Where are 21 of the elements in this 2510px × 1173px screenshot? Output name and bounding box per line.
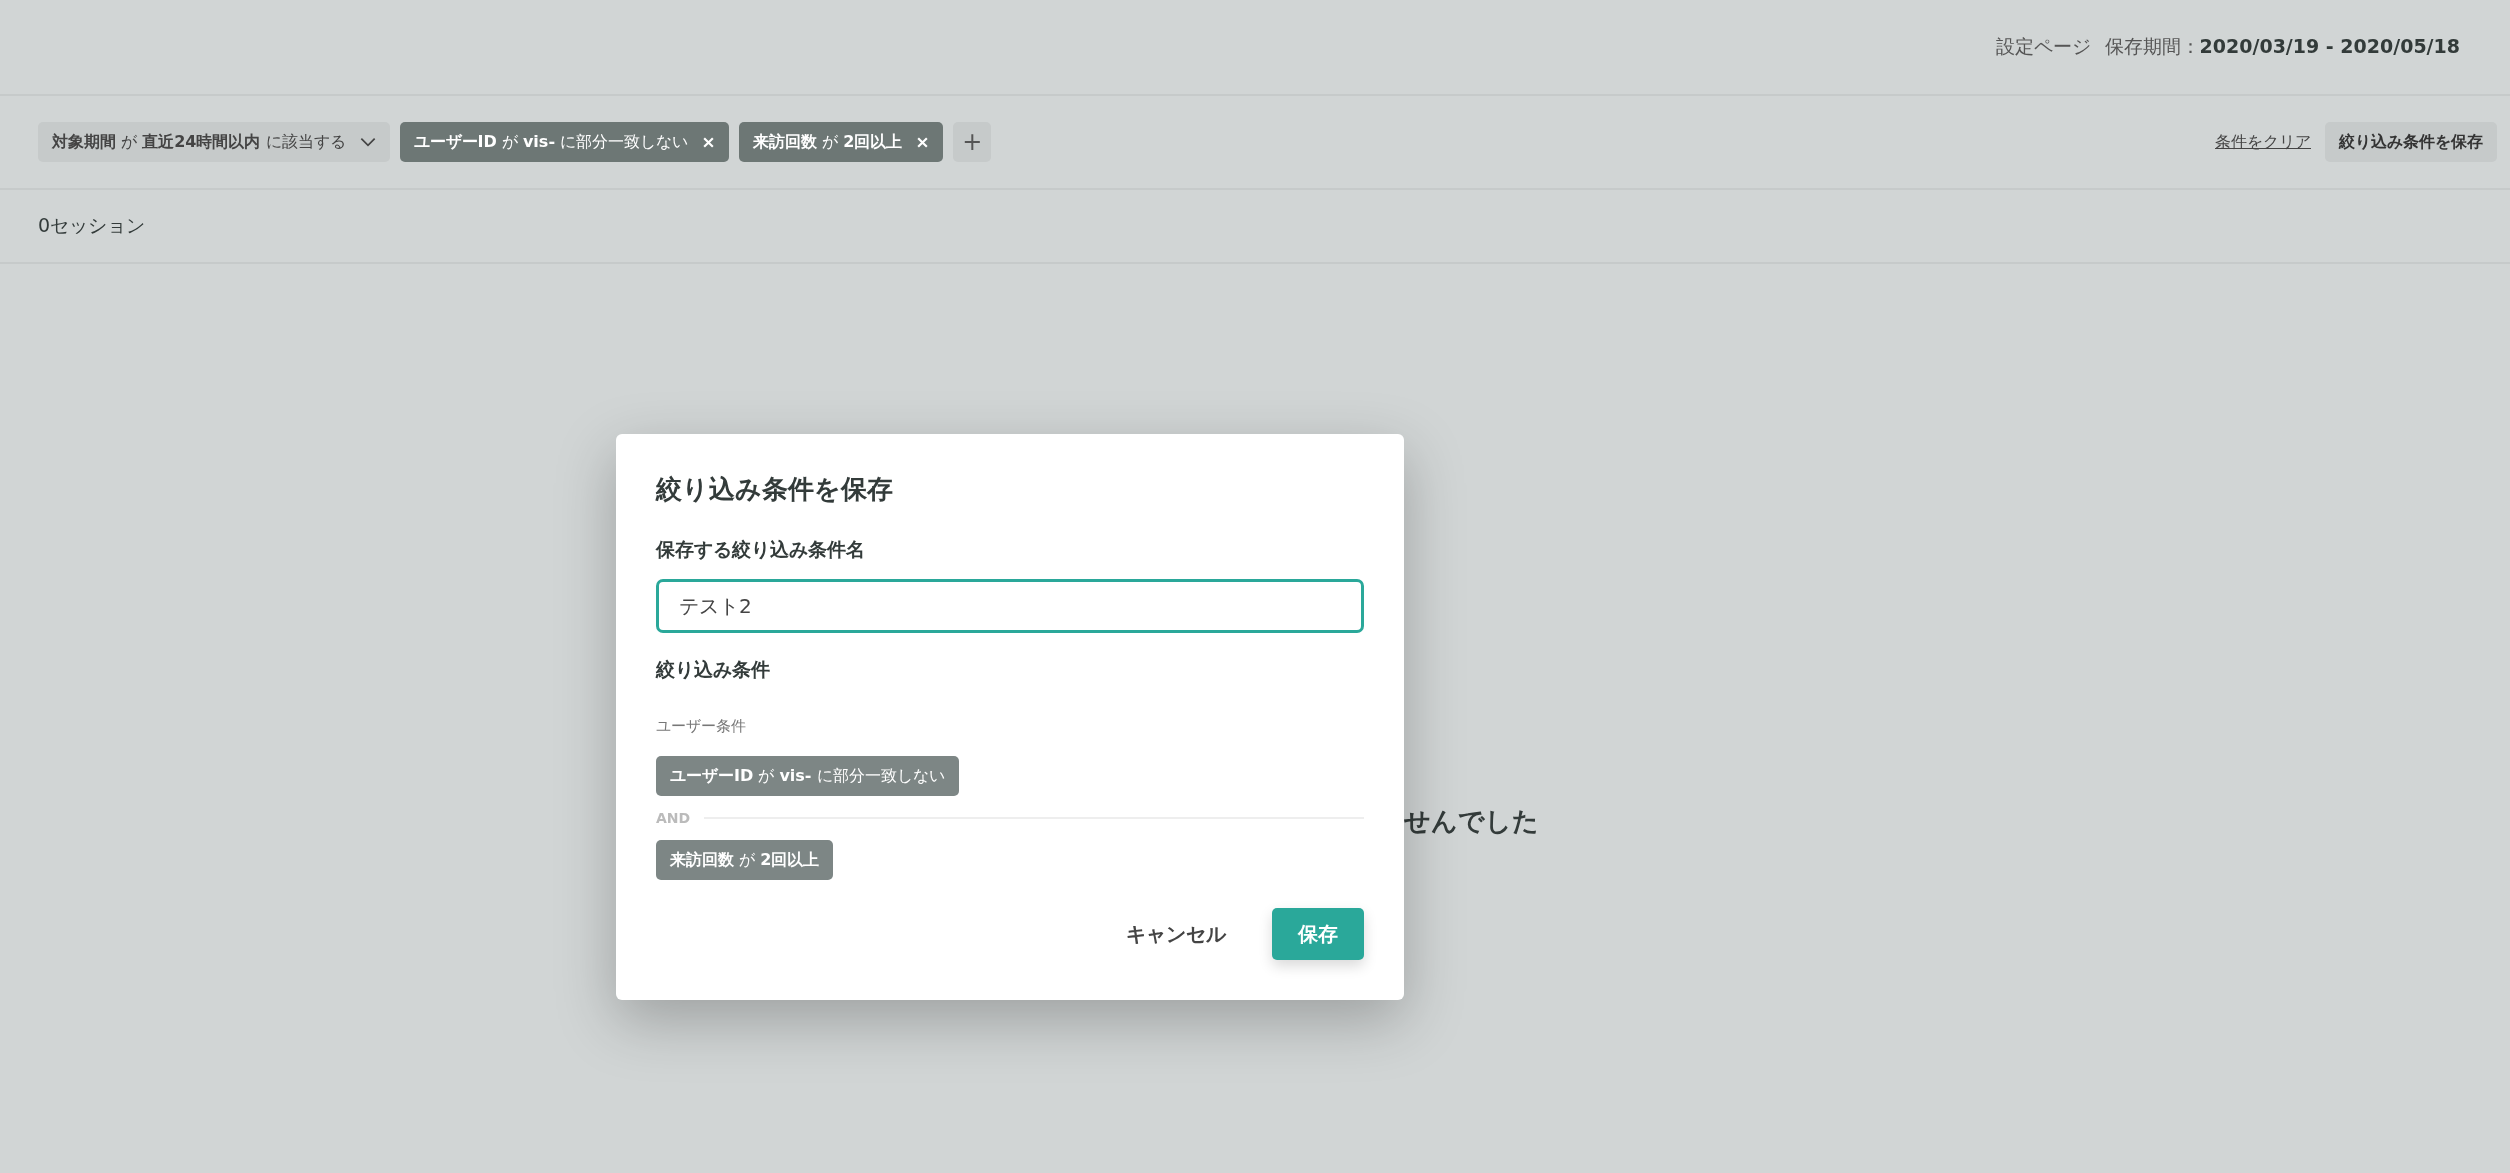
add-filter-button[interactable]: + (953, 122, 992, 162)
session-count: 0セッション (38, 213, 146, 238)
dialog-title: 絞り込み条件を保存 (656, 473, 894, 506)
clear-conditions-link[interactable]: 条件をクリア (2215, 131, 2311, 153)
condition-chip: ユーザーID が vis- に部分一致しない (656, 756, 959, 796)
section-label: 絞り込み条件 (656, 657, 771, 682)
and-label: AND (656, 810, 691, 826)
empty-message: せんでした (1404, 805, 1539, 838)
cancel-button[interactable]: キャンセル (1120, 919, 1232, 949)
group-label: ユーザー条件 (656, 717, 747, 736)
filter-chip[interactable]: ユーザーID が vis- に部分一致しない (399, 122, 730, 162)
close-icon[interactable] (916, 135, 930, 149)
save-filter-button[interactable]: 絞り込み条件を保存 (2325, 122, 2497, 162)
filter-chip[interactable]: 来訪回数 が 2回以上 (739, 122, 944, 162)
filter-chip[interactable]: 対象期間 が 直近24時間以内 に該当する (38, 122, 390, 162)
retention-period: 保存期間：2020/03/19 - 2020/05/18 (2104, 34, 2460, 59)
field-label: 保存する絞り込み条件名 (656, 537, 866, 562)
close-icon[interactable] (702, 135, 716, 149)
name-input-field[interactable]: テスト2 (656, 579, 1364, 633)
page-label: 設定ページ (1995, 34, 2091, 59)
condition-chip: 来訪回数 が 2回以上 (656, 840, 834, 880)
